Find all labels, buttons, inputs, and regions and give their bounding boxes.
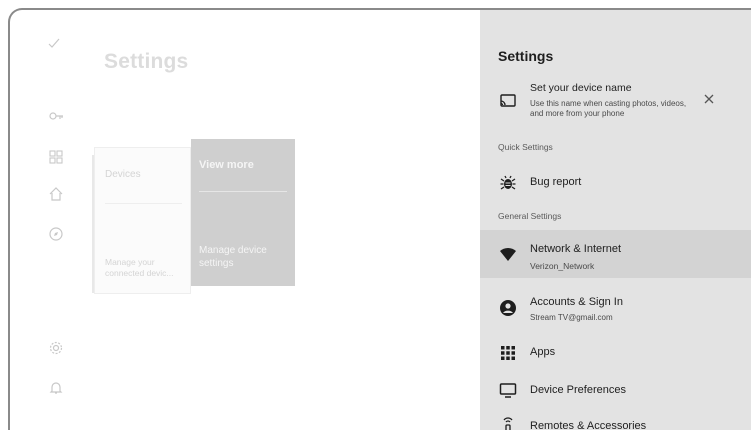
apps-grid-icon[interactable] [48,149,64,165]
quick-settings-header: Quick Settings [498,142,553,152]
divider [199,191,287,192]
view-more-card-description: Manage device settings [199,245,267,269]
account-circle-icon [499,299,517,317]
accounts-sign-in-item[interactable]: Accounts & Sign In Stream TV@gmail.com [480,286,751,328]
accounts-sign-in-subtitle: Stream TV@gmail.com [530,313,613,322]
apps-icon [499,344,517,362]
discover-icon[interactable] [48,226,64,242]
set-device-name-description-line1: Use this name when casting photos, video… [530,99,687,108]
home-icon[interactable] [48,186,64,202]
tv-screen: Settings Devices Manage your connected d… [8,8,751,430]
devices-card-title: Devices [105,169,141,180]
close-icon[interactable] [702,92,716,106]
gear-icon[interactable] [48,340,64,356]
accounts-sign-in-title: Accounts & Sign In [530,296,623,308]
divider [105,203,182,204]
remotes-accessories-item[interactable]: Remotes & Accessories [480,412,751,430]
wifi-icon [499,245,517,263]
set-device-name-description-line2: and more from your phone [530,109,625,118]
network-internet-title: Network & Internet [530,243,622,255]
tv-icon [499,381,517,399]
bug-icon [499,174,517,192]
cast-icon [499,92,517,110]
key-icon[interactable] [48,108,64,124]
apps-item[interactable]: Apps [480,338,751,368]
view-more-card-title: View more [199,159,254,171]
bug-report-item[interactable]: Bug report [480,168,751,198]
devices-card-description: Manage your connected devic... [105,257,174,278]
device-preferences-label: Device Preferences [530,384,626,396]
network-internet-subtitle: Verizon_Network [530,261,595,271]
device-preferences-item[interactable]: Device Preferences [480,376,751,406]
apps-label: Apps [530,346,556,358]
account-check-icon[interactable] [46,35,62,51]
settings-panel: Settings Set your device name Use this n… [480,10,751,430]
panel-title: Settings [498,48,554,64]
bell-icon[interactable] [48,380,64,396]
bug-report-label: Bug report [530,176,582,188]
general-settings-header: General Settings [498,211,562,221]
remotes-accessories-label: Remotes & Accessories [530,420,647,430]
view-more-card[interactable]: View more Manage device settings [191,139,295,286]
network-internet-item[interactable]: Network & Internet Verizon_Network [480,230,751,278]
devices-card[interactable]: Devices Manage your connected devic... [94,147,191,294]
background-page-title: Settings [104,50,189,73]
set-device-name-title: Set your device name [530,82,632,94]
